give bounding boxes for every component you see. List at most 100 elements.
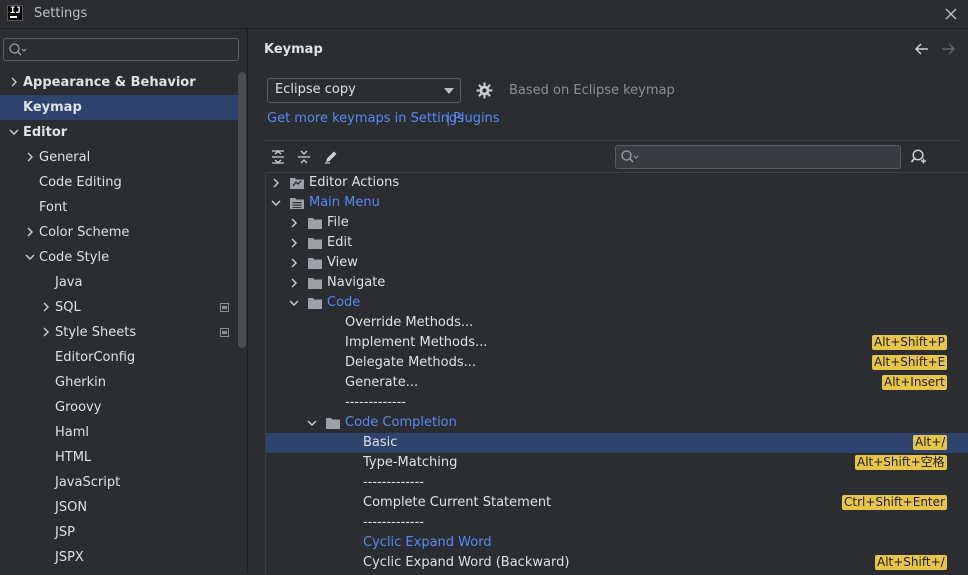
action-tree-row[interactable]: ------------- [266, 393, 968, 413]
chevron-right-icon[interactable] [41, 327, 51, 337]
sidebar-item[interactable]: Code Style [0, 245, 238, 270]
action-tree-row[interactable]: Type-Matching Alt+Shift+空格 [266, 453, 968, 473]
action-tree-row[interactable]: Generate... Alt+Insert [266, 373, 968, 393]
action-tree-row[interactable]: View [266, 253, 968, 273]
action-tree-row[interactable]: Override Methods... [266, 313, 968, 333]
sidebar-item[interactable]: Editor [0, 120, 238, 145]
chevron-down-icon[interactable] [25, 252, 35, 262]
get-more-keymaps-link[interactable]: Get more keymaps in Settings [267, 111, 464, 126]
chevron-down-icon[interactable] [307, 418, 317, 428]
sidebar-item[interactable]: SQL [0, 295, 238, 320]
edit-pencil-icon[interactable] [323, 149, 339, 165]
action-tree-row[interactable]: Code [266, 293, 968, 313]
action-tree-row[interactable]: Implement Methods... Alt+Shift+P [266, 333, 968, 353]
action-tree-row[interactable]: Edit [266, 233, 968, 253]
close-icon[interactable] [942, 5, 960, 23]
sidebar-item[interactable]: Style Sheets [0, 320, 238, 345]
action-search-input[interactable] [615, 145, 901, 169]
chevron-right-icon[interactable] [9, 77, 19, 87]
sidebar-item[interactable]: Code Editing [0, 170, 238, 195]
sidebar-item[interactable]: HTML [0, 445, 238, 470]
expand-all-icon[interactable] [270, 149, 286, 165]
page-title: Keymap [264, 42, 323, 57]
action-tree-row[interactable]: Code Completion [266, 413, 968, 433]
folder-icon [307, 296, 323, 310]
action-label: Basic [363, 435, 398, 450]
action-tree-row[interactable]: ------------- [266, 473, 968, 493]
collapse-all-icon[interactable] [296, 149, 312, 165]
folder-icon [307, 256, 323, 270]
sidebar-item-label: JSON [55, 500, 88, 515]
shortcut-badge: Alt+Shift+空格 [855, 455, 947, 470]
action-label: File [327, 215, 349, 230]
action-label: Main Menu [309, 195, 380, 210]
action-label: ------------- [363, 515, 424, 530]
folder-icon [325, 416, 341, 430]
find-by-shortcut-icon[interactable] [910, 148, 928, 166]
action-label: ------------- [363, 475, 424, 490]
settings-search-input[interactable] [3, 38, 239, 61]
sidebar-item[interactable]: EditorConfig [0, 345, 238, 370]
action-tree-row[interactable]: Editor Actions [266, 173, 968, 193]
sidebar-item[interactable]: Java [0, 270, 238, 295]
action-label: Override Methods... [345, 315, 474, 330]
sidebar-item[interactable]: General [0, 145, 238, 170]
plugins-link[interactable]: Plugins [453, 111, 500, 126]
intellij-app-icon: IJ [7, 5, 23, 21]
forward-arrow-icon[interactable] [940, 41, 956, 57]
chevron-right-icon[interactable] [289, 238, 299, 248]
window-title: Settings [34, 6, 88, 21]
shortcut-badge: Alt+Shift+/ [875, 555, 947, 570]
sidebar-scrollbar[interactable] [238, 72, 246, 348]
sidebar-item[interactable]: JSON [0, 495, 238, 520]
chevron-right-icon[interactable] [289, 258, 299, 268]
sidebar-item-label: Java [55, 275, 83, 290]
action-tree-row[interactable]: Cyclic Expand Word (Backward) Alt+Shift+/ [266, 553, 968, 573]
action-label: Cyclic Expand Word (Backward) [363, 555, 570, 570]
sidebar-item[interactable]: JSP [0, 520, 238, 545]
action-label: ------------- [345, 395, 406, 410]
chevron-right-icon[interactable] [25, 227, 35, 237]
sidebar-item[interactable]: Appearance & Behavior [0, 70, 238, 95]
action-tree-row[interactable]: ------------- [266, 513, 968, 533]
chevron-right-icon[interactable] [41, 302, 51, 312]
chevron-down-icon [444, 88, 454, 94]
action-tree-row[interactable]: Delegate Methods... Alt+Shift+E [266, 353, 968, 373]
action-label: Delegate Methods... [345, 355, 476, 370]
action-tree-row[interactable]: Navigate [266, 273, 968, 293]
action-label: Complete Current Statement [363, 495, 552, 510]
action-label: Cyclic Expand Word [363, 535, 492, 550]
chevron-right-icon[interactable] [271, 178, 281, 188]
project-scope-icon [220, 328, 229, 337]
sidebar-item[interactable]: Keymap [0, 95, 238, 120]
sidebar-item-label: Groovy [55, 400, 102, 415]
chevron-down-icon[interactable] [9, 127, 19, 137]
sidebar-item[interactable]: Font [0, 195, 238, 220]
sidebar-item[interactable]: Haml [0, 420, 238, 445]
sidebar-item[interactable]: JSPX [0, 545, 238, 570]
sidebar-item[interactable]: JavaScript [0, 470, 238, 495]
gear-icon[interactable] [476, 82, 493, 99]
keymap-select[interactable]: Eclipse copy [267, 78, 461, 103]
chevron-down-icon[interactable] [271, 198, 281, 208]
sidebar-item-label: Editor [23, 125, 68, 140]
title-bar: IJ Settings [0, 0, 968, 29]
sidebar-item-label: Color Scheme [39, 225, 130, 240]
sidebar-item-label: Haml [55, 425, 90, 440]
action-tree-row[interactable]: Cyclic Expand Word [266, 533, 968, 553]
search-icon [620, 149, 640, 165]
chevron-right-icon[interactable] [289, 218, 299, 228]
shortcut-badge: Alt+Insert [882, 375, 947, 390]
chevron-right-icon[interactable] [289, 278, 299, 288]
chevron-right-icon[interactable] [25, 152, 35, 162]
action-tree-row[interactable]: Main Menu [266, 193, 968, 213]
sidebar-item[interactable]: Gherkin [0, 370, 238, 395]
sidebar-item[interactable]: Groovy [0, 395, 238, 420]
back-arrow-icon[interactable] [914, 41, 930, 57]
action-tree-row[interactable]: Basic Alt+/ [266, 433, 968, 453]
sidebar-item[interactable]: Color Scheme [0, 220, 238, 245]
action-tree-row[interactable]: Complete Current Statement Ctrl+Shift+Ent… [266, 493, 968, 513]
chevron-down-icon[interactable] [289, 298, 299, 308]
folder-icon [307, 216, 323, 230]
action-tree-row[interactable]: File [266, 213, 968, 233]
